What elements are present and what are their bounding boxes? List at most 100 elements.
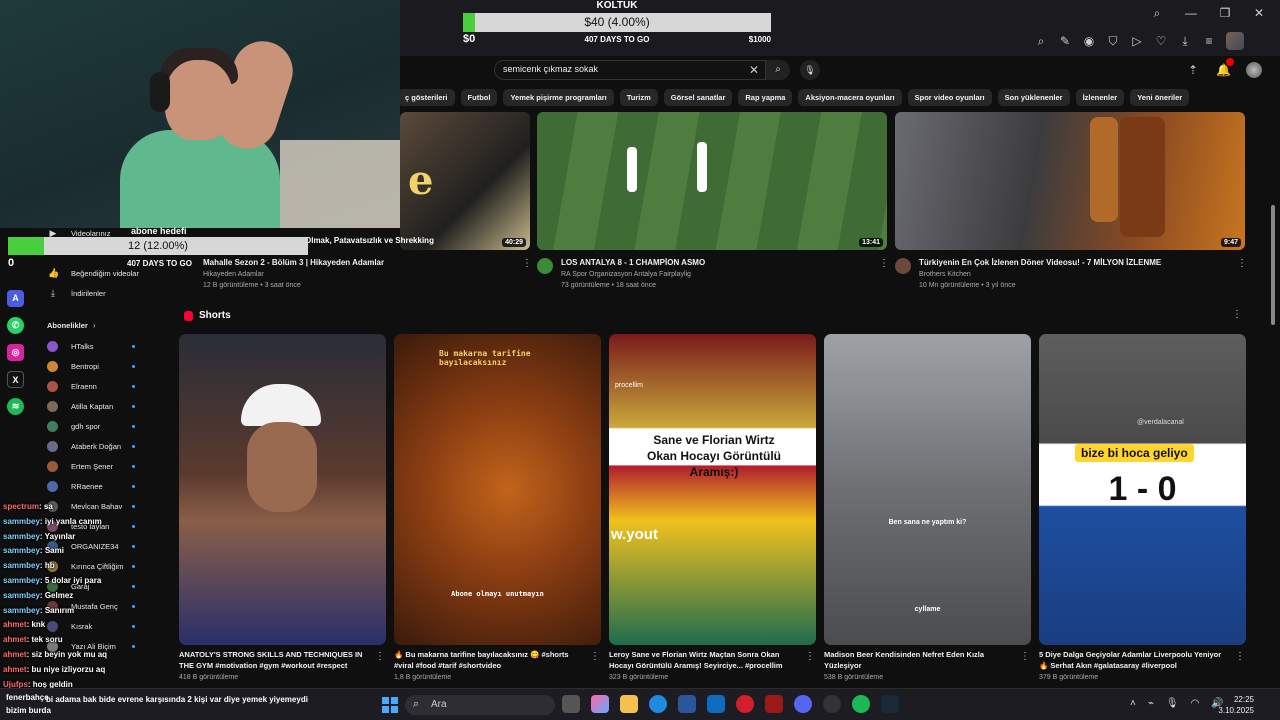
channel-avatar[interactable] <box>47 361 58 372</box>
camera-icon[interactable]: ◉ <box>1082 34 1096 48</box>
upload-icon[interactable]: ⇡ <box>1186 63 1200 77</box>
download-icon[interactable]: ⤓ <box>1178 34 1192 48</box>
chip-1[interactable]: Futbol <box>460 89 498 106</box>
menu-icon[interactable]: ≡ <box>1202 34 1216 48</box>
channel-avatar[interactable] <box>47 401 58 412</box>
search-input[interactable]: semicenk çıkmaz sokak ✕ <box>494 60 766 80</box>
more-options-icon[interactable]: ⋮ <box>805 651 815 662</box>
short-title[interactable]: Leroy Sane ve Florian Wirtz Maçtan Sonra… <box>609 649 799 671</box>
channel-avatar[interactable] <box>47 341 58 352</box>
video-channel[interactable]: Hikayeden Adamlar <box>203 271 264 278</box>
spotify-icon[interactable] <box>852 695 870 713</box>
sidebar-subscription[interactable]: Ataberk Doğan <box>71 442 121 451</box>
zoom-icon[interactable]: ⌕ <box>1034 34 1048 48</box>
more-options-icon[interactable]: ⋮ <box>1020 651 1030 662</box>
discord-icon[interactable] <box>794 695 812 713</box>
chip-7[interactable]: Spor video oyunları <box>907 89 992 106</box>
chip-9[interactable]: İzlenenler <box>1075 89 1125 106</box>
channel-avatar[interactable] <box>47 421 58 432</box>
sidebar-subscription[interactable]: RRaenee <box>71 482 103 491</box>
search-icon[interactable]: ⌕ <box>1150 6 1164 20</box>
account-avatar[interactable] <box>1246 62 1262 78</box>
more-options-icon[interactable]: ⋮ <box>375 651 385 662</box>
more-options-icon[interactable]: ⋮ <box>522 258 532 269</box>
chip-3[interactable]: Turizm <box>619 89 658 106</box>
chevron-up-icon[interactable]: ˄ <box>1130 698 1136 709</box>
profile-avatar[interactable] <box>1226 32 1244 50</box>
close-icon[interactable]: ✕ <box>1252 6 1266 20</box>
chip-5[interactable]: Rap yapma <box>738 89 793 106</box>
channel-avatar[interactable] <box>47 461 58 472</box>
notifications-icon[interactable]: 🔔 <box>1216 58 1234 77</box>
instagram-icon[interactable]: ◎ <box>7 344 24 361</box>
channel-avatar[interactable] <box>47 441 58 452</box>
video-thumbnail[interactable]: 13:41 <box>537 112 887 250</box>
obs-icon[interactable] <box>823 695 841 713</box>
short-title[interactable]: 🔥 Bu makarna tarifine bayılacaksınız 😋 #… <box>394 649 584 671</box>
whatsapp-icon[interactable]: ✆ <box>7 317 24 334</box>
restore-icon[interactable]: ❐ <box>1218 6 1232 20</box>
sidebar-subscription[interactable]: ORGANIZE34 <box>71 542 119 551</box>
play-icon[interactable]: ▷ <box>1130 34 1144 48</box>
video-thumbnail[interactable]: e 40:29 <box>400 112 530 250</box>
outlook-icon[interactable] <box>707 695 725 713</box>
channel-avatar[interactable] <box>537 258 553 274</box>
search-button[interactable]: ⌕ <box>766 60 790 80</box>
sidebar-subscription[interactable]: Mustafa Genç <box>71 602 118 611</box>
more-options-icon[interactable]: ⋮ <box>879 258 889 269</box>
short-thumbnail[interactable]: procellim Sane ve Florian Wirtz Okan Hoc… <box>609 334 816 645</box>
copilot-icon[interactable] <box>591 695 609 713</box>
more-options-icon[interactable]: ⋮ <box>1235 651 1245 662</box>
channel-avatar[interactable] <box>47 381 58 392</box>
short-thumbnail[interactable] <box>179 334 386 645</box>
app-icon[interactable] <box>765 695 783 713</box>
sidebar-subscription[interactable]: Elraenn <box>71 382 97 391</box>
video-title[interactable]: LOS ANTALYA 8 - 1 CHAMPİON ASMO <box>561 258 705 267</box>
edit-icon[interactable]: ✎ <box>1058 34 1072 48</box>
channel-avatar[interactable] <box>47 621 58 632</box>
chip-6[interactable]: Aksiyon-macera oyunları <box>798 89 902 106</box>
shield-icon[interactable]: ⛉ <box>1106 34 1120 48</box>
edge-icon[interactable] <box>649 695 667 713</box>
more-options-icon[interactable]: ⋮ <box>590 651 600 662</box>
channel-avatar[interactable] <box>895 258 911 274</box>
short-title[interactable]: Madison Beer Kendisinden Nefret Eden Kız… <box>824 649 1014 671</box>
start-button[interactable] <box>382 697 398 713</box>
chip-2[interactable]: Yemek pişirme programları <box>503 89 614 106</box>
store-icon[interactable] <box>678 695 696 713</box>
video-thumbnail[interactable]: 9:47 <box>895 112 1245 250</box>
chip-4[interactable]: Görsel sanatlar <box>663 89 733 106</box>
more-options-icon[interactable]: ⋮ <box>1237 258 1247 269</box>
short-title[interactable]: 5 Diye Dalga Geçiyolar Adamlar Liverpool… <box>1039 649 1229 671</box>
clear-search-icon[interactable]: ✕ <box>749 63 759 77</box>
sidebar-subscription[interactable]: Kırınca Çiftliğim <box>71 562 124 571</box>
short-thumbnail[interactable]: Ben sana ne yaptım ki? cyllame <box>824 334 1031 645</box>
sidebar-item-liked[interactable]: Beğendiğim videolar <box>71 269 139 278</box>
chevron-right-icon[interactable]: › <box>93 321 96 330</box>
steam-icon[interactable] <box>881 695 899 713</box>
x-icon[interactable]: X <box>7 371 24 388</box>
task-view-icon[interactable] <box>562 695 580 713</box>
short-thumbnail[interactable]: @verdalacanal bize bi hoca geliyo 1 - 0 <box>1039 334 1246 645</box>
video-title[interactable]: Mahalle Sezon 2 - Bölüm 3 | Hikayeden Ad… <box>203 258 384 267</box>
short-title[interactable]: ANATOLY'S STRONG SKILLS AND TECHNIQUES I… <box>179 649 369 671</box>
microphone-icon[interactable]: 🎙 <box>800 60 820 80</box>
chip-8[interactable]: Son yüklenenler <box>997 89 1070 106</box>
mic-icon[interactable]: 🎙 <box>1166 698 1179 709</box>
more-options-icon[interactable]: ⋮ <box>1232 309 1242 320</box>
channel-avatar[interactable] <box>47 481 58 492</box>
aria-icon[interactable]: A <box>7 290 24 307</box>
opera-icon[interactable] <box>736 695 754 713</box>
sidebar-subscription[interactable]: Bentropi <box>71 362 99 371</box>
sidebar-subscription[interactable]: Atilla Kaptan <box>71 402 113 411</box>
heart-icon[interactable]: ♡ <box>1154 34 1168 48</box>
wifi-icon[interactable]: ◠ <box>1191 698 1200 709</box>
sidebar-subscription[interactable]: gdh spor <box>71 422 100 431</box>
video-channel[interactable]: RA Spor Organizasyon Antalya Fairplaylig <box>561 271 691 278</box>
file-explorer-icon[interactable] <box>620 695 638 713</box>
sidebar-subscription[interactable]: Kısrak <box>71 622 92 631</box>
sidebar-subscription[interactable]: Mevlcan Bahav <box>71 502 122 511</box>
chip-0[interactable]: ç gösterileri <box>398 89 455 106</box>
video-channel[interactable]: Brothers Kitchen <box>919 271 971 278</box>
page-scrollbar[interactable] <box>1271 205 1275 325</box>
